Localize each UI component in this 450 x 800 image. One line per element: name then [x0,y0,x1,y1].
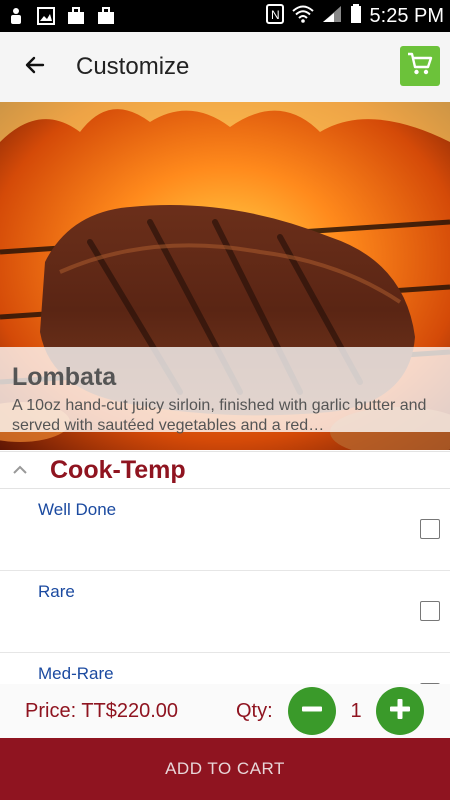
item-description: A 10oz hand-cut juicy sirloin, finished … [12,397,427,434]
battery-icon [350,3,362,29]
status-bar: N 5:25 PM [0,0,450,32]
status-time: 5:25 PM [369,4,444,27]
wifi-icon [291,5,314,28]
cart-button[interactable] [400,46,440,86]
price-label: Price: TT$220.00 [25,700,179,722]
briefcase-icon [96,6,116,26]
cook-temp-options: Well Done Rare Med-Rare [0,489,450,684]
chevron-up-icon[interactable] [0,451,40,489]
option-checkbox[interactable] [420,519,440,539]
shopping-cart-icon [407,52,433,81]
status-icons-right: N 5:25 PM [265,3,444,29]
option-well-done[interactable]: Well Done [0,489,450,571]
section-title: Cook-Temp [50,455,186,484]
option-label: Rare [38,582,75,601]
page-title: Customize [76,53,190,80]
price-qty-bar: Price: TT$220.00 Qty: 1 [0,684,450,738]
add-to-cart-button[interactable]: ADD TO CART [0,738,450,800]
notification-icon [6,6,26,26]
option-label: Well Done [38,500,117,519]
qty-value: 1 [350,700,362,722]
qty-decrease-button[interactable] [288,687,336,735]
qty-label: Qty: [236,700,273,722]
signal-icon [322,5,342,28]
option-checkbox[interactable] [420,601,440,621]
plus-icon [387,696,413,727]
app-bar: Customize [0,32,450,102]
item-name: Lombata [12,363,117,391]
gallery-icon [36,6,56,26]
arrow-left-icon [23,53,47,82]
back-button[interactable] [0,32,70,102]
svg-text:N: N [271,8,280,22]
item-hero: Lombata A 10oz hand-cut juicy sirloin, f… [0,102,450,450]
item-info: Lombata A 10oz hand-cut juicy sirloin, f… [0,347,450,434]
cook-temp-header[interactable]: Cook-Temp [0,451,450,489]
qty-increase-button[interactable] [376,687,424,735]
option-rare[interactable]: Rare [0,571,450,653]
nfc-icon: N [265,3,284,29]
briefcase-icon [66,6,86,26]
option-label: Med-Rare [38,664,114,683]
minus-icon [299,696,325,727]
status-icons-left [6,6,116,26]
option-med-rare[interactable]: Med-Rare [0,653,450,684]
